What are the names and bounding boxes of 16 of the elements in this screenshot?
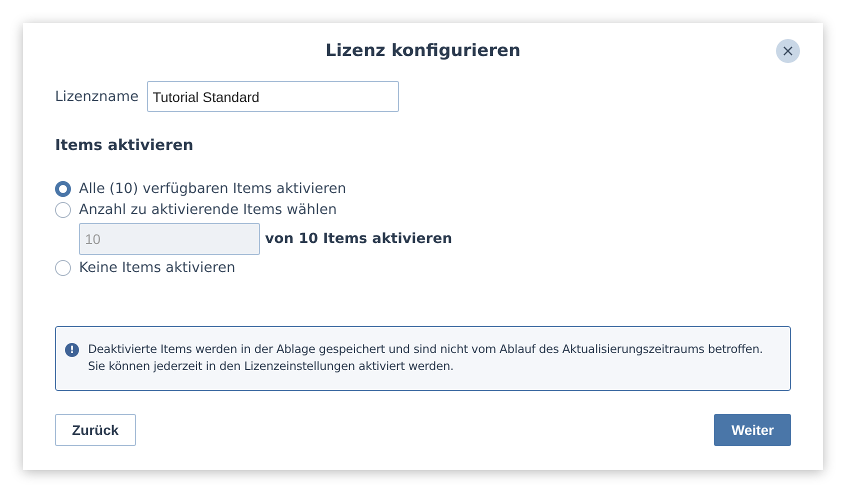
back-button[interactable]: Zurück [55, 414, 136, 446]
dialog-title: Lizenz konfigurieren [325, 41, 521, 61]
info-text: Deaktivierte Items werden in der Ablage gespeichert und sind nicht vom Ablauf des Aktualisierungszeitraums betroffen. Sie können jederzeit in den Lizenzeinstellungen aktiviert werden. [88, 341, 764, 375]
info-icon: ! [65, 343, 79, 357]
option-label[interactable]: Anzahl zu aktivierende Items wählen [79, 202, 337, 218]
option-label[interactable]: Keine Items aktivieren [79, 260, 236, 276]
section-heading: Items aktivieren [55, 136, 194, 154]
radio-button[interactable] [55, 260, 71, 276]
radio-button[interactable] [55, 202, 71, 218]
license-name-field[interactable]: Tutorial Standard [146, 81, 399, 112]
close-button[interactable]: × [776, 39, 800, 63]
radio-button[interactable] [55, 181, 71, 197]
field-label: Lizenzname [55, 88, 139, 104]
option-label[interactable]: Alle (10) verfügbaren Items aktivieren [79, 181, 346, 197]
count-suffix: von 10 Items aktivieren [265, 231, 452, 247]
next-button[interactable]: Weiter [714, 414, 791, 446]
